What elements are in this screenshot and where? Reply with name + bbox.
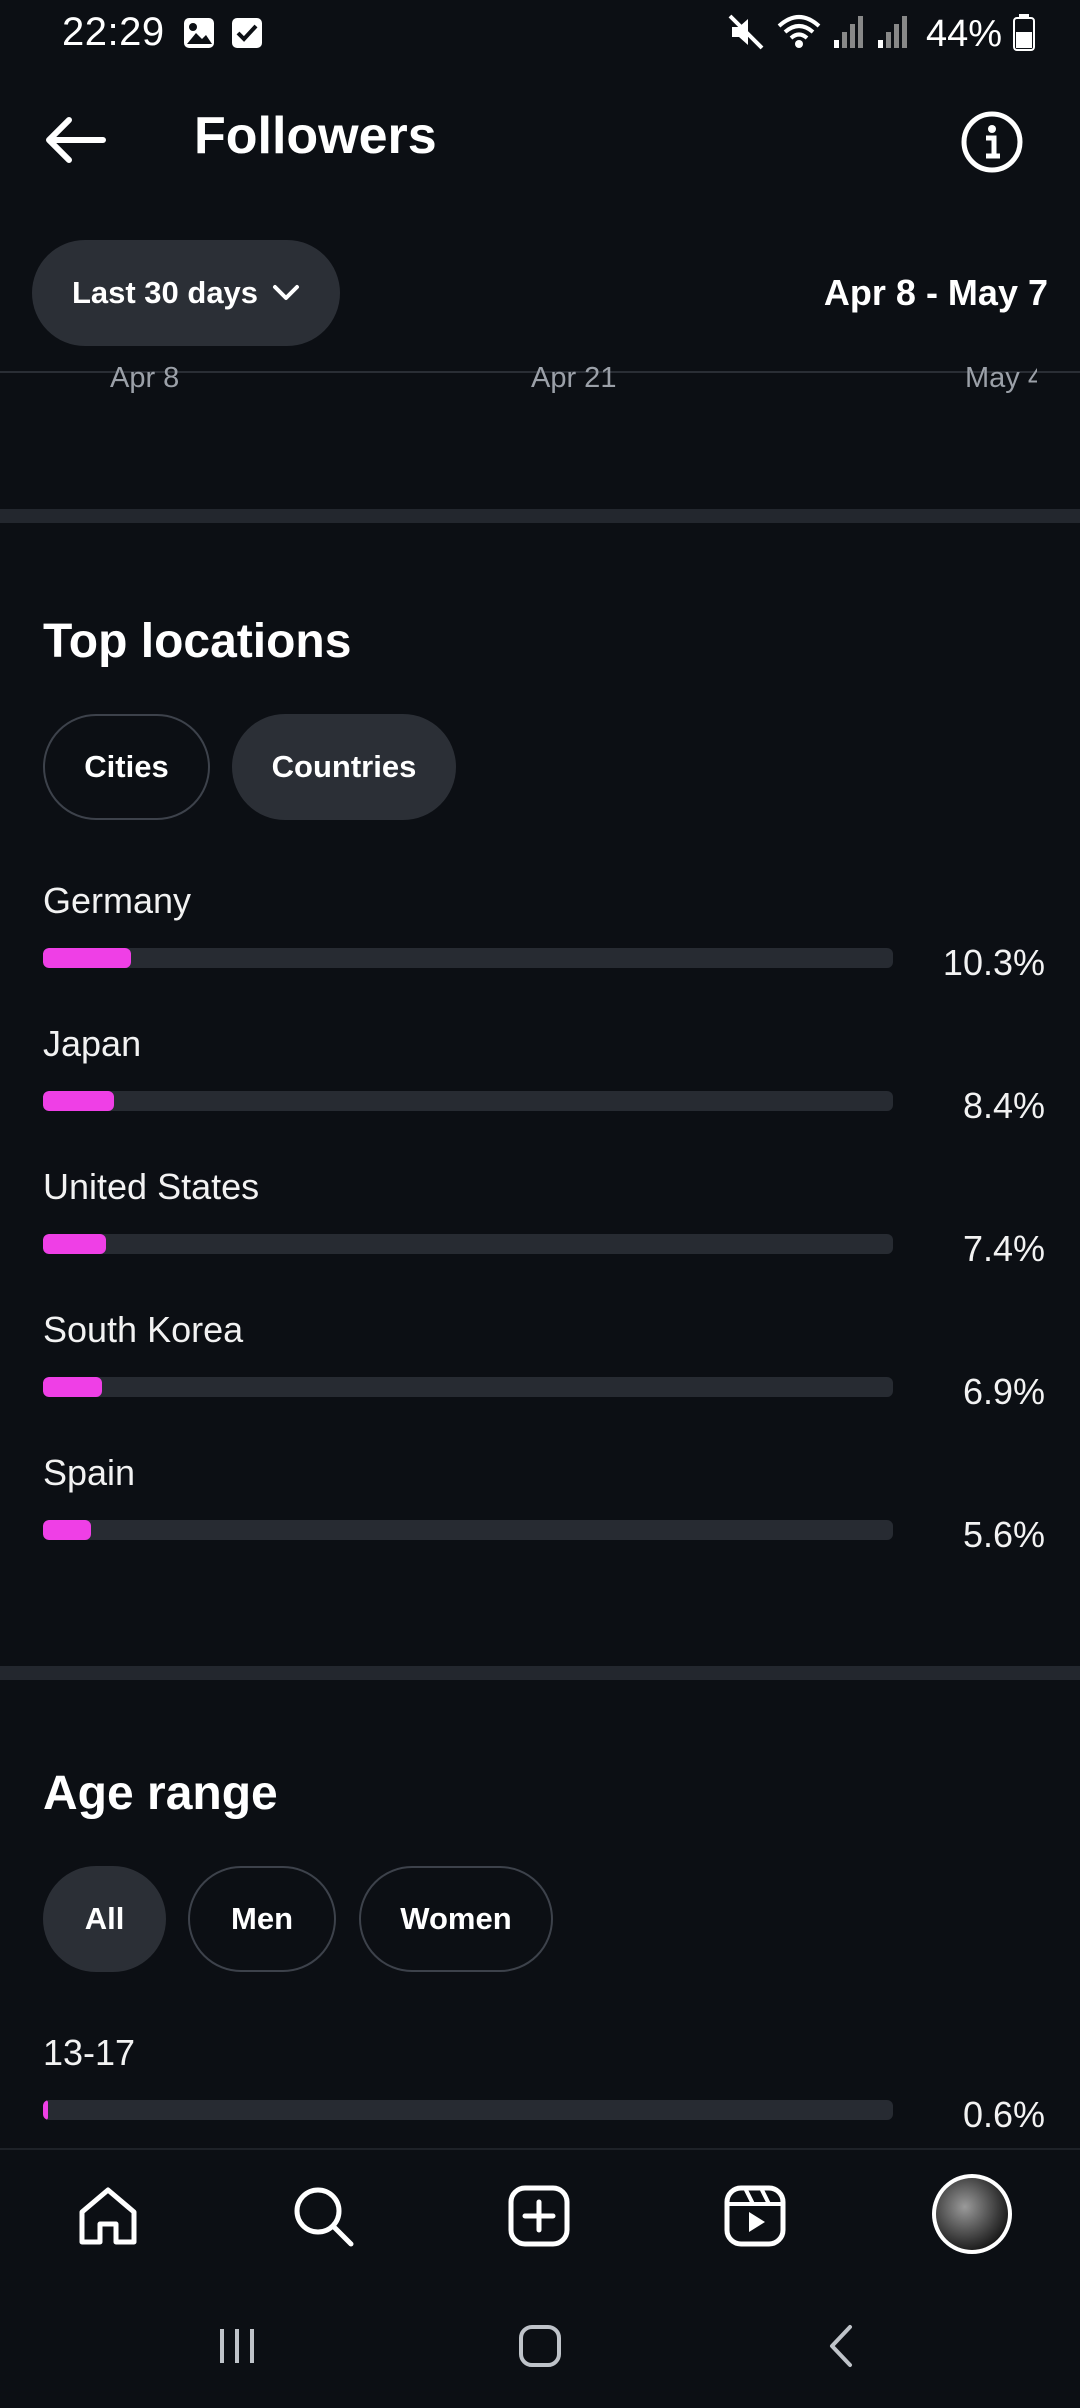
back-icon	[830, 2325, 852, 2367]
item-label: Japan	[43, 1023, 142, 1064]
back-button[interactable]	[40, 110, 110, 170]
system-nav-bar	[0, 2280, 1080, 2408]
home-button-icon	[519, 2325, 561, 2367]
list-item: Japan 8.4%	[43, 1023, 1045, 1143]
tab-all[interactable]: All	[43, 1866, 166, 1972]
item-percent: 5.6%	[962, 1514, 1045, 1555]
nav-create[interactable]	[501, 2178, 577, 2254]
nav-reels[interactable]	[717, 2178, 793, 2254]
header: Followers	[0, 80, 1080, 200]
battery-percent: 44%	[925, 13, 1002, 55]
axis-tick: May 4	[965, 362, 1037, 394]
item-percent: 7.4%	[962, 1228, 1045, 1269]
search-icon	[294, 2187, 354, 2247]
bar-fill	[43, 1091, 115, 1111]
status-bar: 22:29 44%	[0, 0, 1080, 72]
section-divider	[0, 509, 1080, 523]
bar-track	[43, 1377, 893, 1397]
bar-track	[43, 948, 893, 968]
item-percent: 6.9%	[962, 1371, 1045, 1412]
item-percent: 0.6%	[962, 2094, 1045, 2135]
bar-track	[43, 1234, 893, 1254]
item-percent: 10.3%	[942, 942, 1045, 983]
bar-fill	[43, 2100, 49, 2120]
checkbox-icon	[230, 16, 264, 55]
list-item: United States 7.4%	[43, 1166, 1045, 1286]
mute-icon	[726, 12, 766, 57]
wifi-icon	[776, 12, 822, 57]
home-button[interactable]	[510, 2316, 570, 2376]
item-percent: 8.4%	[962, 1085, 1045, 1126]
date-range-text: Apr 8 - May 7	[823, 272, 1048, 313]
axis-tick: Apr 21	[531, 362, 617, 394]
item-label: South Korea	[43, 1309, 244, 1350]
profile-avatar[interactable]	[932, 2174, 1012, 2254]
followers-insights-screen: 22:29 44% Followers Last 30 days Apr 8 -…	[0, 0, 1080, 2408]
battery-icon	[1012, 12, 1036, 57]
list-item: South Korea 6.9%	[43, 1309, 1045, 1429]
age-range-title: Age range	[43, 1767, 278, 1820]
item-label: Spain	[43, 1452, 136, 1493]
bar-fill	[43, 1377, 102, 1397]
list-item: 13-17 0.6%	[43, 2032, 1045, 2152]
info-icon	[961, 111, 1023, 173]
chevron-down-icon	[273, 285, 300, 300]
list-item: Spain 5.6%	[43, 1452, 1045, 1572]
date-range-dropdown[interactable]: Last 30 days	[32, 240, 340, 346]
bar-track	[43, 1520, 893, 1540]
tab-women[interactable]: Women	[359, 1866, 553, 1972]
axis-tick: Apr 8	[110, 362, 180, 394]
nav-search[interactable]	[285, 2178, 361, 2254]
bar-track	[43, 1091, 893, 1111]
bar-track	[43, 2100, 893, 2120]
bar-fill	[43, 948, 131, 968]
image-icon	[182, 16, 216, 55]
tab-men[interactable]: Men	[188, 1866, 336, 1972]
back-arrow-icon	[46, 117, 106, 163]
bottom-nav	[0, 2148, 1080, 2280]
reels-icon	[724, 2185, 786, 2247]
create-icon	[508, 2185, 570, 2247]
nav-home[interactable]	[70, 2178, 146, 2254]
item-label: Germany	[43, 880, 192, 921]
tab-cities[interactable]: Cities	[43, 714, 210, 820]
section-divider	[0, 1666, 1080, 1680]
system-back-button[interactable]	[813, 2316, 873, 2376]
signal-icon	[876, 12, 910, 57]
bar-fill	[43, 1520, 91, 1540]
signal-icon	[832, 12, 866, 57]
bar-fill	[43, 1234, 106, 1254]
recents-icon	[220, 2329, 254, 2363]
home-icon	[79, 2187, 137, 2245]
date-range-dropdown-label: Last 30 days	[71, 275, 259, 310]
top-locations-title: Top locations	[43, 615, 352, 668]
avatar-image	[936, 2178, 1008, 2250]
status-time: 22:29	[62, 10, 165, 54]
item-label: 13-17	[43, 2032, 136, 2073]
tab-countries[interactable]: Countries	[232, 714, 456, 820]
page-title: Followers	[194, 107, 437, 165]
info-button[interactable]	[960, 110, 1024, 174]
item-label: United States	[43, 1166, 260, 1207]
recents-button[interactable]	[207, 2316, 267, 2376]
list-item: Germany 10.3%	[43, 880, 1045, 1000]
